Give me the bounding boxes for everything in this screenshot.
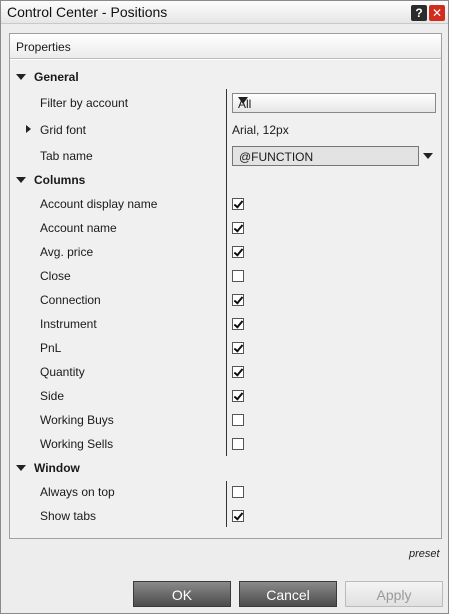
properties-header: Properties [10, 34, 441, 59]
column-option-checkbox[interactable] [232, 294, 244, 306]
category-general-label: General [34, 70, 79, 84]
column-option-checkbox[interactable] [232, 198, 244, 210]
column-option-row: PnL [10, 336, 441, 360]
column-option-label: Avg. price [40, 245, 94, 259]
category-columns[interactable]: Columns [10, 168, 441, 192]
ok-button[interactable]: OK [133, 581, 231, 607]
cancel-button[interactable]: Cancel [239, 581, 337, 607]
grid-font-value[interactable]: Arial, 12px [232, 123, 289, 137]
property-tab-name: Tab name @FUNCTION [10, 144, 441, 168]
preset-link[interactable]: preset [409, 548, 440, 560]
window-option-checkbox[interactable] [232, 510, 244, 522]
grid-font-label: Grid font [40, 123, 87, 137]
column-option-checkbox[interactable] [232, 438, 244, 450]
collapse-triangle-icon[interactable] [16, 177, 26, 183]
control-center-positions-window: Control Center - Positions ? ✕ Propertie… [0, 0, 449, 614]
column-option-row: Connection [10, 288, 441, 312]
column-option-checkbox[interactable] [232, 414, 244, 426]
category-general[interactable]: General [10, 65, 441, 89]
property-filter-by-account: Filter by account All [10, 91, 441, 115]
column-option-row: Instrument [10, 312, 441, 336]
column-option-label: Account name [40, 221, 117, 235]
column-option-checkbox[interactable] [232, 270, 244, 282]
filter-by-account-select[interactable]: All [232, 93, 436, 113]
column-option-label: PnL [40, 341, 62, 355]
column-option-label: Connection [40, 293, 101, 307]
column-option-checkbox[interactable] [232, 246, 244, 258]
column-option-checkbox[interactable] [232, 390, 244, 402]
column-option-row: Working Buys [10, 408, 441, 432]
column-option-checkbox[interactable] [232, 342, 244, 354]
help-icon[interactable]: ? [411, 5, 427, 21]
column-option-row: Close [10, 264, 441, 288]
column-option-label: Working Sells [40, 437, 114, 451]
column-option-row: Quantity [10, 360, 441, 384]
column-option-label: Account display name [40, 197, 158, 211]
category-window[interactable]: Window [10, 456, 441, 480]
column-option-checkbox[interactable] [232, 366, 244, 378]
apply-button[interactable]: Apply [345, 581, 443, 607]
column-option-checkbox[interactable] [232, 222, 244, 234]
category-columns-label: Columns [34, 173, 86, 187]
close-icon[interactable]: ✕ [429, 5, 445, 21]
tab-name-label: Tab name [40, 149, 93, 163]
property-grid-font: Grid font Arial, 12px [10, 118, 441, 142]
column-option-row: Side [10, 384, 441, 408]
category-window-label: Window [34, 461, 80, 475]
column-option-row: Working Sells [10, 432, 441, 456]
properties-panel: Properties General Filter by account All… [9, 33, 442, 539]
column-option-row: Avg. price [10, 240, 441, 264]
column-option-row: Account name [10, 216, 441, 240]
column-option-checkbox[interactable] [232, 318, 244, 330]
window-option-row: Show tabs [10, 504, 441, 528]
properties-grid: General Filter by account All Grid font … [10, 60, 441, 538]
window-option-checkbox[interactable] [232, 486, 244, 498]
tab-name-value: @FUNCTION [239, 150, 314, 164]
column-option-row: Account display name [10, 192, 441, 216]
column-option-label: Close [40, 269, 71, 283]
window-option-label: Show tabs [40, 509, 97, 523]
properties-title: Properties [16, 40, 71, 54]
window-title: Control Center - Positions [7, 4, 168, 20]
column-option-label: Quantity [40, 365, 85, 379]
title-bar[interactable]: Control Center - Positions ? ✕ [1, 1, 448, 24]
expand-triangle-icon[interactable] [26, 125, 31, 133]
column-option-label: Working Buys [40, 413, 114, 427]
filter-by-account-label: Filter by account [40, 96, 129, 110]
column-option-label: Instrument [40, 317, 97, 331]
tab-name-input[interactable]: @FUNCTION [232, 146, 419, 166]
collapse-triangle-icon[interactable] [16, 74, 26, 80]
collapse-triangle-icon[interactable] [16, 465, 26, 471]
tab-name-dropdown-icon[interactable] [423, 153, 433, 159]
window-option-label: Always on top [40, 485, 115, 499]
chevron-down-icon[interactable] [238, 97, 248, 104]
window-option-row: Always on top [10, 480, 441, 504]
column-option-label: Side [40, 389, 65, 403]
